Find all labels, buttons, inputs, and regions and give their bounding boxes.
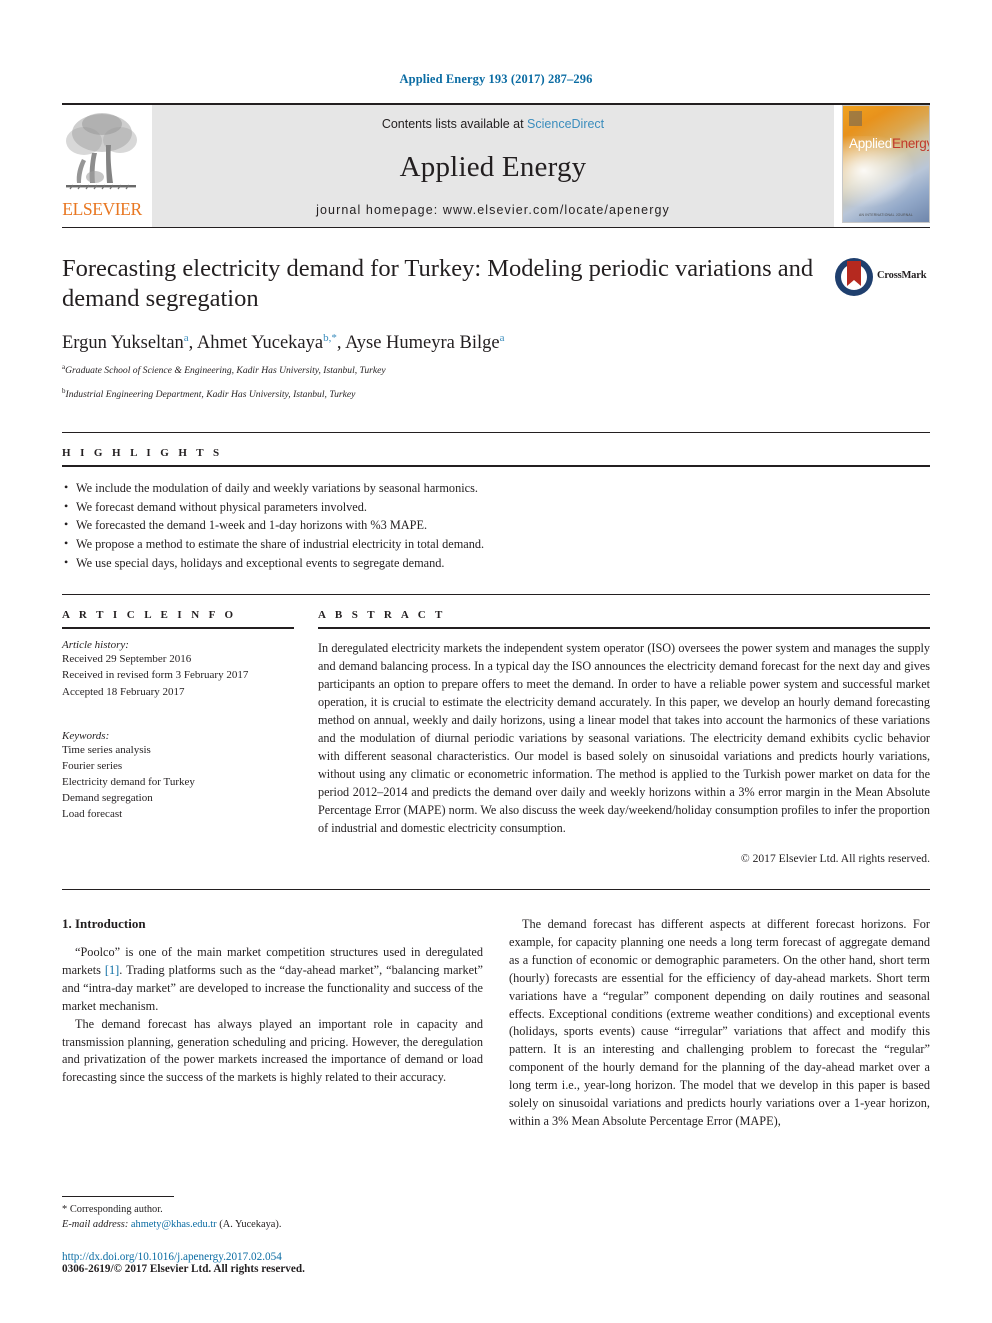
corresponding-author-note: * Corresponding author.	[62, 1202, 480, 1218]
cover-footer-text: AN INTERNATIONAL JOURNAL	[859, 213, 913, 217]
journal-banner: Contents lists available at ScienceDirec…	[152, 105, 834, 227]
body-column-right: The demand forecast has different aspect…	[509, 916, 930, 1131]
corresponding-marker: *	[62, 1203, 68, 1215]
list-item: We propose a method to estimate the shar…	[62, 534, 930, 554]
body-column-left: 1. Introduction “Poolco” is one of the m…	[62, 916, 483, 1131]
article-page: Applied Energy 193 (2017) 287–296 ELSEVI…	[0, 0, 992, 1323]
email-link[interactable]: ahmety@khas.edu.tr	[131, 1219, 217, 1230]
author-sep-1: ,	[188, 333, 197, 354]
title-block: Forecasting electricity demand for Turke…	[62, 228, 930, 402]
abstract-heading: A B S T R A C T	[318, 609, 446, 622]
author-2-affil-marker: b,*	[323, 332, 337, 345]
keyword-item: Demand segregation	[62, 791, 153, 804]
page-title: Forecasting electricity demand for Turke…	[62, 255, 814, 313]
title-main: Forecasting electricity demand for Turke…	[62, 254, 835, 402]
intro-paragraph-3: The demand forecast has different aspect…	[509, 916, 930, 1129]
abstract-rule	[318, 627, 930, 630]
affiliation-2: bIndustrial Engineering Department, Kadi…	[62, 387, 817, 402]
keyword-item: Fourier series	[62, 759, 123, 772]
journal-homepage[interactable]: journal homepage: www.elsevier.com/locat…	[316, 203, 670, 217]
body-top-rule	[62, 888, 930, 890]
list-item: We forecast demand without physical para…	[62, 497, 930, 517]
affiliation-1: aGraduate School of Science & Engineerin…	[62, 363, 817, 378]
running-head: Applied Energy 193 (2017) 287–296	[399, 72, 593, 86]
keyword-item: Electricity demand for Turkey	[62, 775, 195, 788]
author-list: Ergun Yukseltana, Ahmet Yucekayab,*, Ays…	[62, 332, 817, 354]
author-1-name: Ergun Yukseltan	[62, 333, 184, 354]
crossmark-label: CrossMark	[877, 270, 927, 281]
cover-word-applied: Applied	[849, 136, 892, 151]
highlights-rule	[62, 465, 930, 467]
crossmark-badge[interactable]: CrossMark	[835, 254, 930, 402]
history-received: Received 29 September 2016	[62, 653, 192, 666]
author-sep-2: ,	[336, 333, 346, 354]
keyword-item: Time series analysis	[62, 743, 151, 756]
introduction-heading: 1. Introduction	[62, 915, 146, 931]
highlights-section: H I G H L I G H T S We include the modul…	[62, 432, 930, 572]
author-2: Ahmet Yucekayab,*	[196, 332, 337, 354]
highlights-list: We include the modulation of daily and w…	[62, 478, 930, 573]
history-revised: Received in revised form 3 February 2017	[62, 669, 249, 682]
footnote-rule	[62, 1195, 174, 1197]
intro-p1-part-b: . Trading platforms such as the “day-ahe…	[62, 962, 483, 1013]
history-accepted: Accepted 18 February 2017	[62, 685, 185, 698]
info-abstract-section: A R T I C L E I N F O Article history: R…	[62, 594, 930, 865]
author-3-name: Ayse Humeyra Bilge	[345, 333, 500, 354]
cover-wordmark: AppliedEnergy	[849, 136, 930, 151]
intro-paragraph-2: The demand forecast has always played an…	[62, 1016, 483, 1085]
affiliation-2-text: Industrial Engineering Department, Kadir…	[65, 389, 356, 401]
elsevier-logo: ELSEVIER	[62, 105, 146, 227]
abstract-text: In deregulated electricity markets the i…	[318, 641, 930, 835]
journal-masthead: ELSEVIER Contents lists available at Sci…	[62, 103, 930, 227]
email-owner: (A. Yucekaya).	[219, 1219, 282, 1231]
abstract-column: A B S T R A C T In deregulated electrici…	[318, 609, 930, 865]
cover-word-energy: Energy	[891, 136, 930, 151]
keyword-item: Load forecast	[62, 807, 123, 820]
highlights-heading: H I G H L I G H T S	[62, 447, 223, 459]
email-note: E-mail address: ahmety@khas.edu.tr (A. Y…	[62, 1217, 480, 1233]
issn-copyright-line: 0306-2619/© 2017 Elsevier Ltd. All right…	[62, 1263, 305, 1275]
article-info-column: A R T I C L E I N F O Article history: R…	[62, 609, 294, 864]
author-3-affil-marker: a	[499, 332, 505, 345]
corresponding-text: Corresponding author.	[69, 1203, 163, 1215]
keywords-block: Keywords: Time series analysis Fourier s…	[62, 730, 294, 822]
abstract-copyright: © 2017 Elsevier Ltd. All rights reserved…	[740, 851, 930, 865]
author-3: Ayse Humeyra Bilgea	[345, 332, 505, 354]
email-label: E-mail address:	[62, 1219, 129, 1231]
author-1: Ergun Yukseltana	[62, 332, 189, 354]
journal-title: Applied Energy	[399, 150, 587, 183]
list-item: We include the modulation of daily and w…	[62, 478, 930, 498]
affiliation-1-text: Graduate School of Science & Engineering…	[65, 365, 386, 377]
contents-lists-line: Contents lists available at ScienceDirec…	[382, 117, 604, 131]
list-item: We use special days, holidays and except…	[62, 553, 930, 573]
doi-link[interactable]: http://dx.doi.org/10.1016/j.apenergy.201…	[62, 1251, 480, 1263]
article-info-heading: A R T I C L E I N F O	[62, 609, 237, 622]
sciencedirect-link[interactable]: ScienceDirect	[527, 117, 604, 131]
author-2-name: Ahmet Yucekaya	[196, 333, 324, 354]
article-history-label: Article history:	[62, 639, 129, 652]
journal-cover-thumbnail: AppliedEnergy AN INTERNATIONAL JOURNAL	[842, 105, 930, 223]
citation-link-1[interactable]: [1]	[105, 963, 119, 977]
intro-paragraph-1: “Poolco” is one of the main market compe…	[62, 944, 483, 1016]
elsevier-wordmark: ELSEVIER	[62, 199, 142, 219]
cover-publisher-mark-icon	[849, 111, 862, 126]
body-columns: 1. Introduction “Poolco” is one of the m…	[62, 916, 930, 1131]
footnote-area: * Corresponding author. E-mail address: …	[62, 1195, 480, 1275]
crossmark-icon	[835, 258, 873, 296]
contents-lists-prefix: Contents lists available at	[381, 117, 528, 131]
elsevier-tree-icon	[62, 107, 140, 199]
list-item: We forecasted the demand 1-week and 1-da…	[62, 515, 930, 535]
article-info-rule	[62, 627, 294, 630]
keywords-label: Keywords:	[62, 729, 110, 742]
